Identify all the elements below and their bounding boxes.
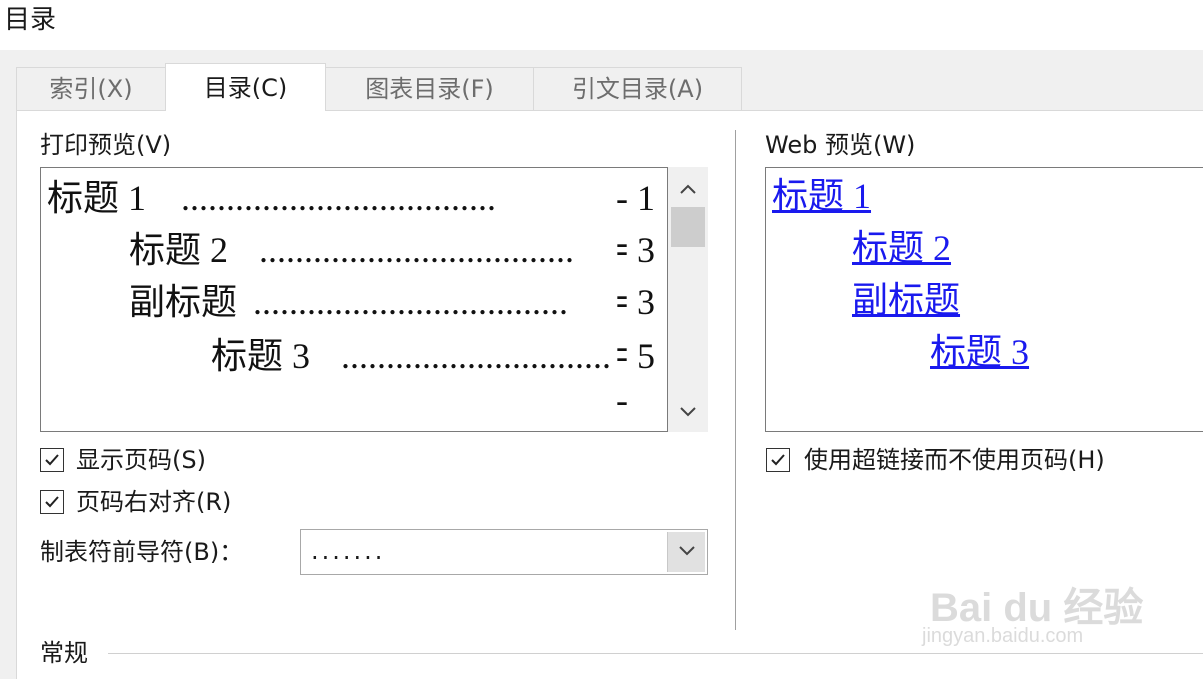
window-title: 目录	[4, 5, 57, 35]
show-page-numbers-checkbox[interactable]	[40, 448, 64, 472]
scroll-thumb[interactable]	[671, 207, 705, 247]
print-preview-scrollbar[interactable]	[668, 167, 708, 432]
print-preview-box: 标题 1 ...................................…	[40, 167, 668, 432]
title-bar: 目录	[0, 0, 1203, 50]
tab-toc[interactable]: 目录(C)	[165, 63, 326, 111]
toc-entry-page: - 5 -	[616, 336, 655, 420]
show-page-numbers-label: 显示页码(S)	[76, 446, 206, 474]
toc-entry-leader: ...................................	[341, 336, 611, 376]
check-icon	[45, 496, 59, 508]
toc-entry-text: 标题 3	[211, 336, 311, 376]
toc-entry-leader: ...................................	[253, 282, 568, 322]
tab-leader-value: .......	[311, 537, 386, 565]
web-preview-box: 标题 1 标题 2 副标题 标题 3	[765, 167, 1203, 432]
toc-dialog: 目录 索引(X) 目录(C) 图表目录(F) 引文目录(A) 打印预览(V) 标…	[0, 0, 1203, 679]
tab-leader-select[interactable]: .......	[300, 529, 708, 575]
right-align-checkbox[interactable]	[40, 490, 64, 514]
tab-citations[interactable]: 引文目录(A)	[533, 67, 742, 110]
web-preview-label: Web 预览(W)	[765, 131, 916, 159]
tab-index[interactable]: 索引(X)	[16, 67, 166, 110]
toc-entry-text: 标题 2	[129, 230, 229, 270]
toc-entry-text: 副标题	[129, 282, 238, 322]
tab-leader-label: 制表符前导符(B)：	[40, 538, 244, 566]
baidu-watermark: Bai du 经验 jingyan.baidu.com	[920, 555, 1200, 655]
use-hyperlinks-label: 使用超链接而不使用页码(H)	[804, 446, 1105, 474]
web-link-heading-3[interactable]: 标题 3	[930, 330, 1029, 374]
watermark-url: jingyan.baidu.com	[922, 625, 1084, 647]
check-icon	[771, 454, 785, 466]
right-align-label: 页码右对齐(R)	[76, 488, 232, 516]
web-link-heading-1[interactable]: 标题 1	[772, 174, 871, 218]
scroll-down-icon[interactable]	[668, 392, 708, 430]
chevron-down-icon[interactable]	[667, 532, 705, 572]
use-hyperlinks-checkbox[interactable]	[766, 448, 790, 472]
general-section-label: 常规	[40, 639, 88, 667]
check-icon	[45, 454, 59, 466]
section-divider	[735, 130, 736, 630]
scroll-up-icon[interactable]	[668, 169, 708, 207]
toc-entry-text: 标题 1	[47, 178, 147, 218]
print-preview-label: 打印预览(V)	[40, 131, 172, 159]
web-link-subtitle[interactable]: 副标题	[852, 278, 960, 322]
toc-entry-leader: ...................................	[259, 230, 574, 270]
tab-figures[interactable]: 图表目录(F)	[325, 67, 534, 110]
web-link-heading-2[interactable]: 标题 2	[852, 226, 951, 270]
toc-entry-leader: ...................................	[181, 178, 496, 218]
